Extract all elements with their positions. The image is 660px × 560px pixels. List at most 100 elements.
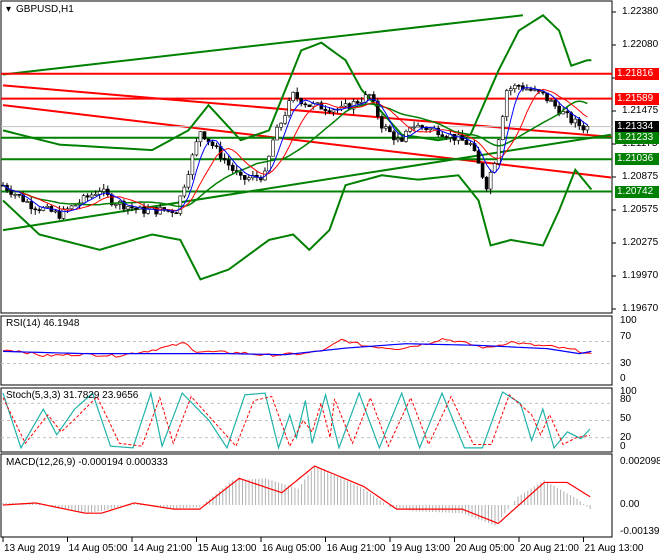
candle-body <box>444 136 449 138</box>
candle-body <box>303 103 308 106</box>
candle-body <box>484 176 489 190</box>
time-axis-label: 14 Aug 21:00 <box>133 543 192 554</box>
price-axis-label: 1.19670 <box>622 303 659 314</box>
candle-body <box>291 92 295 102</box>
time-axis-label: 15 Aug 13:00 <box>197 543 257 554</box>
candle-body <box>126 206 130 210</box>
candle-body <box>343 103 348 107</box>
candle-body <box>513 85 517 89</box>
candle-body <box>553 100 557 107</box>
candle-body <box>577 118 582 126</box>
time-axis-label: 13 Aug 2019 <box>4 543 61 554</box>
candle-body <box>504 90 509 117</box>
stoch-axis-50: 50 <box>620 413 632 424</box>
price-axis-label: 1.22380 <box>622 6 659 17</box>
candle-body <box>279 122 283 128</box>
price-tag: 1.20742 <box>615 185 659 198</box>
rsi-pane[interactable] <box>0 315 613 386</box>
candle-body <box>190 154 195 175</box>
candle-body <box>267 155 271 172</box>
candle-body <box>85 195 90 198</box>
candle-body <box>496 139 501 164</box>
time-axis-label: 16 Aug 21:00 <box>326 543 386 554</box>
candle-body <box>517 85 521 87</box>
candle-body <box>178 195 183 214</box>
price-axis-label: 1.20575 <box>622 204 659 215</box>
candle-body <box>174 212 179 215</box>
rsi-axis-70: 70 <box>620 331 632 342</box>
candle-body <box>533 89 537 91</box>
candle-body <box>230 164 235 171</box>
rsi-axis-0: 0 <box>620 373 626 384</box>
candle-body <box>428 127 432 130</box>
price-tag: 1.21816 <box>615 67 659 80</box>
time-axis-label: 16 Aug 05:00 <box>262 543 321 554</box>
candle-body <box>295 92 299 99</box>
candle-body <box>37 209 42 211</box>
rsi-axis-100: 100 <box>620 315 637 326</box>
macd-title: MACD(12,26,9) -0.000194 0.000333 <box>6 457 168 468</box>
candle-body <box>198 131 203 143</box>
time-axis-label: 20 Aug 21:00 <box>520 543 579 554</box>
candle-body <box>525 88 529 91</box>
candle-body <box>464 140 469 145</box>
chart-title: GBPUSD,H1 <box>16 4 74 15</box>
candle-body <box>545 92 549 102</box>
candle-body <box>73 204 78 207</box>
candle-body <box>392 131 396 141</box>
candle-body <box>214 145 219 147</box>
candle-body <box>565 111 570 114</box>
candle-body <box>238 171 243 176</box>
candle-body <box>380 116 384 129</box>
candle-body <box>452 133 457 141</box>
candle-body <box>396 138 400 141</box>
candle-body <box>384 126 388 129</box>
candle-body <box>226 159 231 166</box>
candle-body <box>142 206 146 214</box>
candle-body <box>323 108 328 111</box>
candle-body <box>202 131 207 140</box>
candle-body <box>585 125 590 131</box>
candle-body <box>492 163 497 173</box>
candle-body <box>33 208 38 211</box>
candle-body <box>45 205 50 208</box>
candle-body <box>400 138 404 142</box>
candle-body <box>222 158 227 161</box>
candle-body <box>307 104 312 107</box>
candle-body <box>549 100 553 102</box>
chart-title-icon: ▾ <box>6 4 12 15</box>
candle-body <box>367 94 372 96</box>
stoch-axis-80: 80 <box>620 394 632 405</box>
time-axis-label: 21 Aug 13:00 <box>584 543 644 554</box>
price-axis-label: 1.20875 <box>622 171 659 182</box>
candle-body <box>93 194 98 196</box>
candle-body <box>529 88 533 91</box>
candle-body <box>331 109 336 113</box>
rsi-axis-30: 30 <box>620 358 632 369</box>
candle-body <box>182 186 187 197</box>
price-axis-label: 1.21475 <box>622 105 659 116</box>
stoch-title: Stoch(5,3,3) 31.7829 23.9656 <box>6 390 139 401</box>
price-tag: 1.21233 <box>615 131 659 144</box>
macd-axis-max: 0.002098 <box>620 456 660 467</box>
candle-body <box>194 141 199 156</box>
candle-body <box>210 141 215 146</box>
candle-body <box>416 125 420 128</box>
candle-body <box>247 177 251 180</box>
candle-body <box>327 110 332 113</box>
price-axis-label: 1.22080 <box>622 39 659 50</box>
candle-body <box>81 195 86 204</box>
stoch-axis-0: 0 <box>620 441 626 452</box>
candle-body <box>573 118 578 124</box>
price-tag: 1.21589 <box>615 92 659 105</box>
candle-body <box>69 205 74 210</box>
candle-body <box>57 210 62 219</box>
candle-body <box>134 207 138 210</box>
candle-body <box>508 88 513 91</box>
time-axis-label: 19 Aug 13:00 <box>391 543 450 554</box>
candle-body <box>29 201 34 210</box>
macd-axis-min: -0.00139 <box>620 526 660 537</box>
candle-body <box>287 100 291 116</box>
rsi-title: RSI(14) 46.1948 <box>6 318 80 329</box>
time-axis-label: 20 Aug 05:00 <box>455 543 515 554</box>
